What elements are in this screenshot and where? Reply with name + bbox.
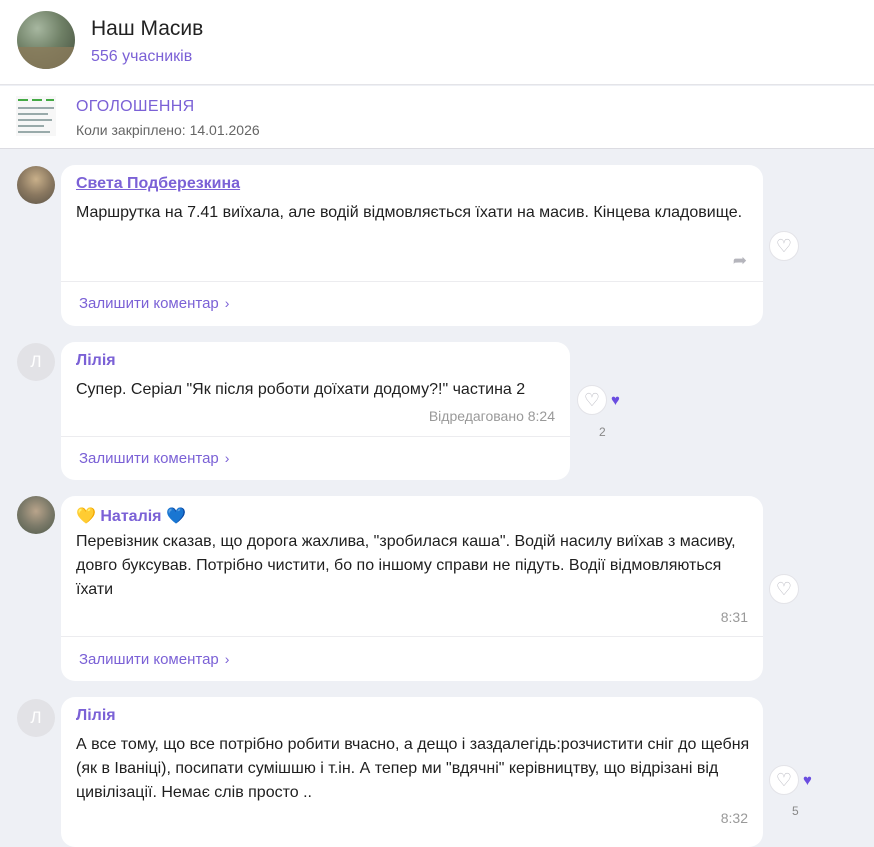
like-button[interactable]: ♡ <box>577 385 607 415</box>
chat-header: Наш Масив 556 учасників <box>0 0 874 85</box>
message-text: Супер. Серіал "Як після роботи доїхати д… <box>76 381 526 398</box>
leave-comment-button[interactable]: Залишити коментар › <box>79 295 229 312</box>
message-bubble: Света Подберезкина Маршрутка на 7.41 виї… <box>61 165 763 326</box>
message-author[interactable]: Лілія <box>76 707 116 725</box>
pinned-date: Коли закріплено: 14.01.2026 <box>76 122 260 138</box>
like-count: 5 <box>792 804 799 818</box>
divider <box>61 436 570 437</box>
avatar[interactable]: Л <box>17 343 55 381</box>
chevron-right-icon: › <box>224 651 230 667</box>
heart-icon: ♥ <box>803 772 812 789</box>
pinned-thumbnail <box>16 96 56 136</box>
like-button[interactable]: ♡ <box>769 231 799 261</box>
message-text: Перевізник сказав, що дорога жахлива, "з… <box>76 533 736 598</box>
chevron-right-icon: › <box>224 295 230 311</box>
divider <box>61 281 763 282</box>
heart-outline-icon: ♡ <box>775 579 793 599</box>
like-button[interactable]: ♡ <box>769 765 799 795</box>
message-bubble: Лілія Супер. Серіал "Як після роботи дої… <box>61 342 570 480</box>
message-text: А все тому, що все потрібно робити вчасн… <box>76 736 750 801</box>
divider <box>61 636 763 637</box>
group-title[interactable]: Наш Масив <box>91 17 203 41</box>
heart-outline-icon: ♡ <box>583 390 601 410</box>
blue-heart-icon: 💙 <box>165 508 186 525</box>
pinned-title: ОГОЛОШЕННЯ <box>76 98 195 115</box>
group-members-count[interactable]: 556 учасників <box>91 48 192 66</box>
avatar[interactable] <box>17 496 55 534</box>
avatar[interactable] <box>17 166 55 204</box>
message-time: 8:32 <box>720 810 748 826</box>
pinned-message[interactable]: ОГОЛОШЕННЯ Коли закріплено: 14.01.2026 <box>0 86 874 149</box>
message-author[interactable]: Света Подберезкина <box>76 175 240 193</box>
heart-outline-icon: ♡ <box>775 236 793 256</box>
message-author[interactable]: Лілія <box>76 352 116 370</box>
avatar[interactable]: Л <box>17 699 55 737</box>
message-time: 8:31 <box>720 609 748 625</box>
message-bubble: 💛 Наталія 💙 Перевізник сказав, що дорога… <box>61 496 763 681</box>
like-button[interactable]: ♡ <box>769 574 799 604</box>
heart-icon: ♥ <box>611 392 620 409</box>
message-bubble: Лілія А все тому, що все потрібно робити… <box>61 697 763 847</box>
message-author[interactable]: 💛 Наталія 💙 <box>76 506 186 526</box>
yellow-heart-icon: 💛 <box>76 508 96 525</box>
like-count: 2 <box>599 425 606 439</box>
forward-icon[interactable]: ➦ <box>733 251 747 271</box>
heart-outline-icon: ♡ <box>775 770 793 790</box>
leave-comment-button[interactable]: Залишити коментар › <box>79 450 229 467</box>
leave-comment-button[interactable]: Залишити коментар › <box>79 651 229 668</box>
group-avatar[interactable] <box>17 11 75 69</box>
message-text: Маршрутка на 7.41 виїхала, але водій від… <box>76 204 743 221</box>
chevron-right-icon: › <box>224 450 230 466</box>
message-time: Відредаговано 8:24 <box>428 408 555 424</box>
